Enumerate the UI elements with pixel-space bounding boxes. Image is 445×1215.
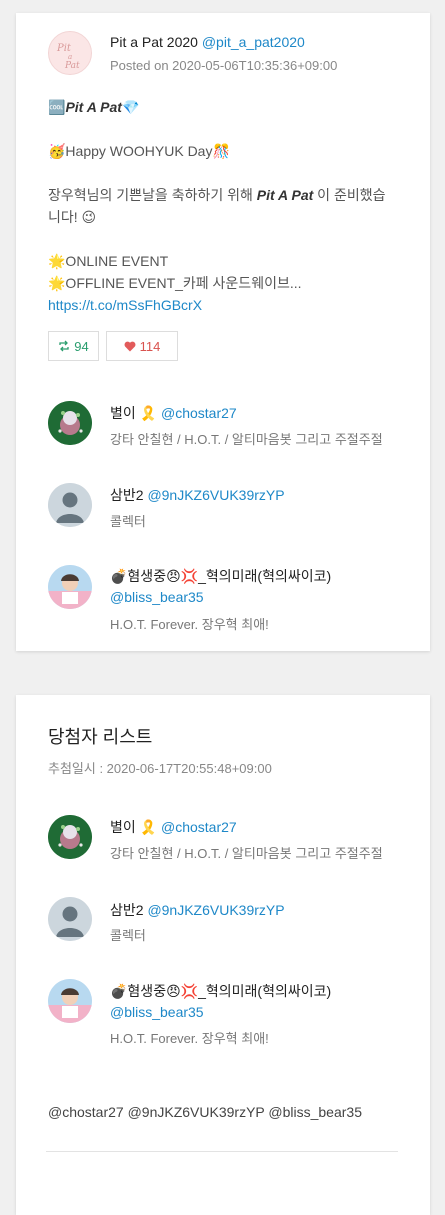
avatar-image	[48, 979, 92, 1023]
winner-handle[interactable]: @chostar27	[161, 819, 237, 835]
participant-avatar[interactable]	[48, 483, 92, 527]
default-user-icon	[48, 483, 92, 527]
posted-on: Posted on 2020-05-06T10:35:36+09:00	[110, 58, 338, 73]
gem-icon: 💎	[121, 99, 140, 115]
avatar-image	[48, 401, 92, 445]
participant-avatar[interactable]	[48, 565, 92, 609]
participant-avatar[interactable]	[48, 401, 92, 445]
tweet-line-1: 🆒Pit A Pat💎	[48, 96, 408, 118]
author-line: Pit a Pat 2020 @pit_a_pat2020	[110, 34, 305, 50]
like-count: 114	[139, 338, 161, 354]
participant-bio: H.O.T. Forever. 장우혁 최애!	[110, 617, 269, 632]
default-user-icon	[48, 897, 92, 941]
winner-avatar[interactable]	[48, 815, 92, 859]
tweet-body: 🆒Pit A Pat💎 🥳Happy WOOHYUK Day🎊 장우혁님의 기쁜…	[48, 96, 408, 316]
tweet-line-6: 🌟OFFLINE EVENT_카페 사운드웨이브...	[48, 275, 302, 291]
winner-avatar[interactable]	[48, 897, 92, 941]
winner-name: 삼반2	[110, 902, 144, 918]
author-avatar[interactable]: Pit a Pat	[48, 31, 92, 75]
avatar-image	[48, 565, 92, 609]
winner-name: 별이 🎗️	[110, 819, 158, 835]
participant-bio: 강타 안칠현 / H.O.T. / 알티마음봇 그리고 주절주절	[110, 432, 383, 447]
winner-name: 💣혐생중😠💢_혁의미래(혁의싸이코)	[110, 983, 332, 999]
tweet-bold-brand: Pit A Pat	[256, 187, 314, 203]
tweet-bold-brand: Pit A Pat	[65, 99, 122, 115]
tweet-text: 장우혁님의 기쁜날을 축하하기 위해	[48, 187, 257, 203]
participant-handle[interactable]: @9nJKZ6VUK39rzYP	[147, 487, 284, 503]
participant-name-line: 삼반2 @9nJKZ6VUK39rzYP	[110, 485, 285, 505]
avatar-image	[48, 815, 92, 859]
winner-bio: 강타 안칠현 / H.O.T. / 알티마음봇 그리고 주절주절	[110, 846, 383, 861]
pit-a-pat-logo-icon: Pit a Pat	[56, 43, 80, 71]
cool-badge-icon: 🆒	[48, 99, 66, 115]
retweet-count-button[interactable]: 94	[48, 331, 99, 361]
tweet-link[interactable]: https://t.co/mSsFhGBcrX	[48, 294, 408, 316]
participant-name: 삼반2	[110, 487, 144, 503]
winner-name-line: 별이 🎗️ @chostar27	[110, 817, 237, 837]
tweet-card: Pit a Pat Pit a Pat 2020 @pit_a_pat2020 …	[16, 13, 430, 651]
tweet-text: 이 준비했습	[313, 187, 386, 203]
tweet-line-3: 장우혁님의 기쁜날을 축하하기 위해 Pit A Pat 이 준비했습	[48, 184, 408, 206]
heart-icon	[124, 341, 136, 351]
participant-name: 별이 🎗️	[110, 405, 158, 421]
participant-handle[interactable]: @bliss_bear35	[110, 589, 204, 605]
tweet-line-2: 🥳Happy WOOHYUK Day🎊	[48, 143, 230, 159]
winner-bio: 콜렉터	[110, 928, 146, 943]
svg-text:a: a	[68, 53, 72, 61]
svg-text:Pat: Pat	[64, 61, 80, 71]
winner-handle[interactable]: @bliss_bear35	[110, 1004, 204, 1020]
winner-bio: H.O.T. Forever. 장우혁 최애!	[110, 1031, 269, 1046]
drawn-at: 추첨일시 : 2020-06-17T20:55:48+09:00	[48, 761, 272, 776]
tweet-line-4: 니다! 😉	[48, 209, 97, 225]
winners-card: 당첨자 리스트 추첨일시 : 2020-06-17T20:55:48+09:00…	[16, 695, 430, 1215]
winner-avatar[interactable]	[48, 979, 92, 1023]
winners-title: 당첨자 리스트	[48, 727, 153, 747]
participant-handle[interactable]: @chostar27	[161, 405, 237, 421]
author-handle[interactable]: @pit_a_pat2020	[202, 34, 305, 50]
retweet-count: 94	[74, 338, 89, 354]
winners-summary: @chostar27 @9nJKZ6VUK39rzYP @bliss_bear3…	[48, 1104, 362, 1120]
winner-handle[interactable]: @9nJKZ6VUK39rzYP	[147, 902, 284, 918]
participant-bio: 콜렉터	[110, 514, 146, 529]
like-count-button[interactable]: 114	[106, 331, 178, 361]
divider	[46, 1151, 398, 1152]
participant-name-line: 별이 🎗️ @chostar27	[110, 403, 237, 423]
tweet-line-5: 🌟ONLINE EVENT	[48, 253, 169, 269]
winner-name-line: 삼반2 @9nJKZ6VUK39rzYP	[110, 900, 285, 920]
author-name: Pit a Pat 2020	[110, 34, 198, 50]
retweet-icon	[59, 340, 69, 352]
participant-name: 💣혐생중😠💢_혁의미래(혁의싸이코)	[110, 568, 332, 584]
